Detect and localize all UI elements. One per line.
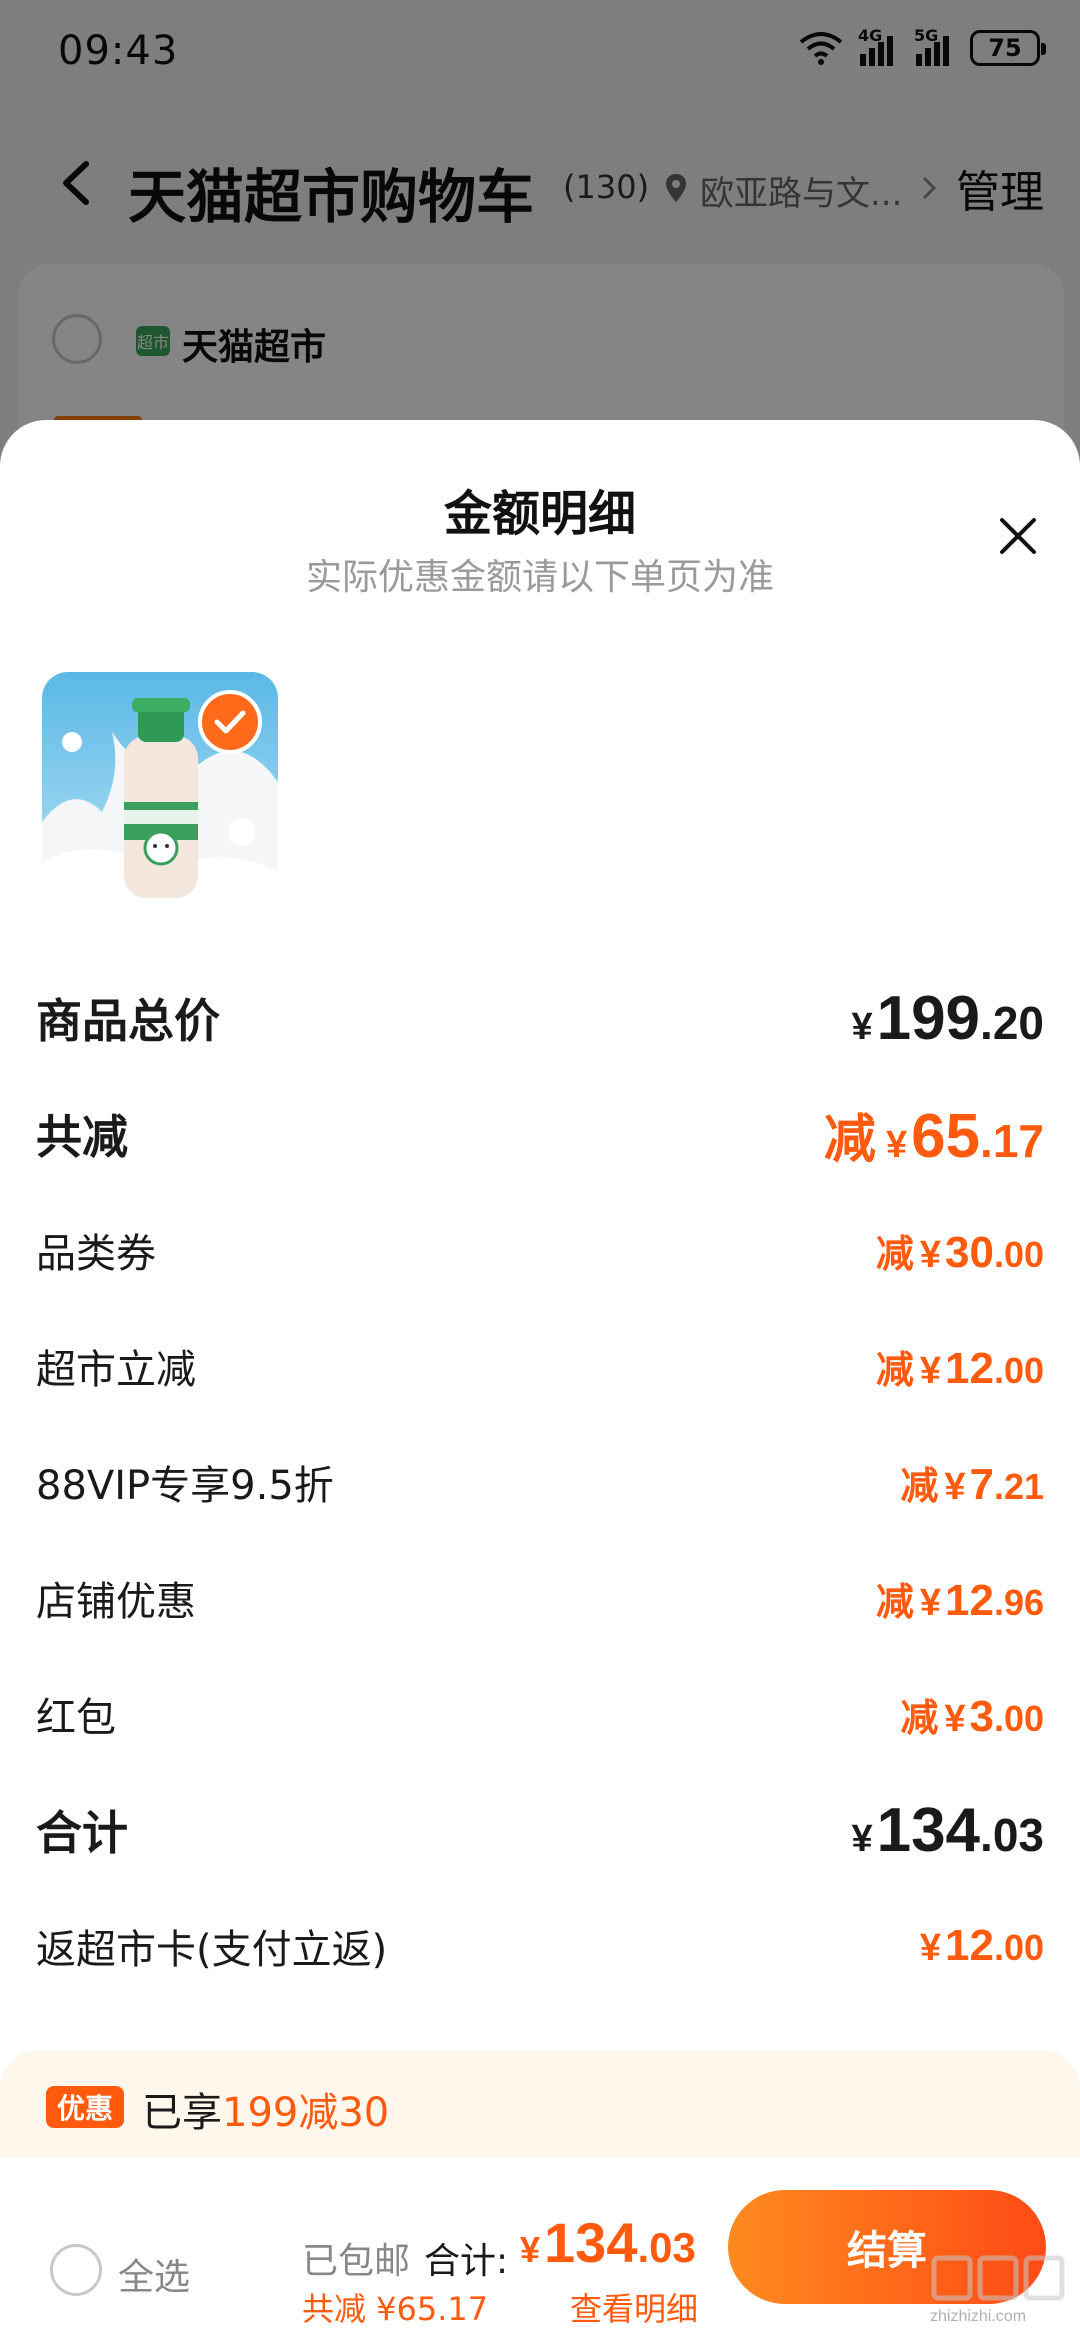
free-shipping-label: 已包邮	[302, 2241, 411, 2282]
discount-item-value: 减 ¥30.00	[875, 1227, 1044, 1277]
discount-item-row: 88VIP专享9.5折 减 ¥7.21	[36, 1424, 1044, 1540]
discount-item-row: 红包 减 ¥3.00	[36, 1656, 1044, 1772]
subtotal-value: ¥199.20	[851, 983, 1044, 1053]
sheet-subtitle: 实际优惠金额请以下单页为准	[305, 557, 774, 598]
amount-detail-sheet: 金额明细 实际优惠金额请以下单页为准 商品总价 ¥199.20 共减 减 ¥ 6…	[0, 420, 1080, 2150]
footer-total-value: ¥134.03	[520, 2211, 696, 2274]
checkout-bar: 全选 已包邮 合计: ¥134.03 共减 ¥65.17 查看明细 结算	[0, 2158, 1080, 2340]
discount-item-label: 88VIP专享9.5折	[36, 1463, 334, 1509]
footer-total-label: 合计:	[424, 2241, 509, 2282]
footer-saved-amount: 共减 ¥65.17	[302, 2290, 489, 2328]
amount-breakdown: 商品总价 ¥199.20 共减 减 ¥65.17 品类券 减 ¥30.00 超市立减…	[36, 960, 1044, 2004]
checkmark-icon	[198, 690, 262, 754]
cashback-value: ¥12.00	[919, 1921, 1044, 1970]
subtotal-row: 商品总价 ¥199.20	[36, 960, 1044, 1076]
total-value: ¥134.03	[851, 1795, 1044, 1865]
view-detail-link[interactable]: 查看明细	[570, 2284, 698, 2330]
promo-text: 已享199减30	[142, 2090, 390, 2136]
discount-item-label: 超市立减	[36, 1347, 196, 1393]
discount-total-row: 共减 减 ¥65.17	[36, 1076, 1044, 1192]
promo-strip: 优惠 已享199减30	[0, 2050, 1080, 2158]
subtotal-label: 商品总价	[36, 994, 220, 1048]
cashback-row: 返超市卡(支付立返) ¥12.00	[36, 1888, 1044, 2004]
promo-highlight: 199减30	[222, 2090, 390, 2136]
discount-item-label: 品类券	[36, 1231, 156, 1277]
discount-item-value: 减 ¥3.00	[900, 1691, 1044, 1741]
discount-total-value: 减 ¥65.17	[823, 1101, 1044, 1171]
discount-item-row: 品类券 减 ¥30.00	[36, 1192, 1044, 1308]
discount-item-value: 减 ¥12.96	[875, 1575, 1044, 1625]
cashback-label: 返超市卡(支付立返)	[36, 1927, 388, 1973]
discount-item-value: 减 ¥7.21	[900, 1459, 1044, 1509]
promo-badge: 优惠	[46, 2086, 124, 2128]
discount-item-label: 红包	[36, 1695, 116, 1741]
discount-total-label: 共减	[36, 1110, 128, 1164]
sheet-title: 金额明细	[443, 486, 636, 542]
discount-item-value: 减 ¥12.00	[875, 1343, 1044, 1393]
close-icon[interactable]	[996, 514, 1040, 558]
watermark-text: zhizhizhi.com	[930, 2308, 1027, 2325]
select-all-radio[interactable]	[50, 2244, 102, 2296]
discount-item-row: 超市立减 减 ¥12.00	[36, 1308, 1044, 1424]
discount-item-row: 店铺优惠 减 ¥12.96	[36, 1540, 1044, 1656]
total-label: 合计	[36, 1806, 128, 1860]
select-all-label[interactable]: 全选	[118, 2248, 190, 2300]
discount-item-label: 店铺优惠	[36, 1579, 196, 1625]
total-row: 合计 ¥134.03	[36, 1772, 1044, 1888]
